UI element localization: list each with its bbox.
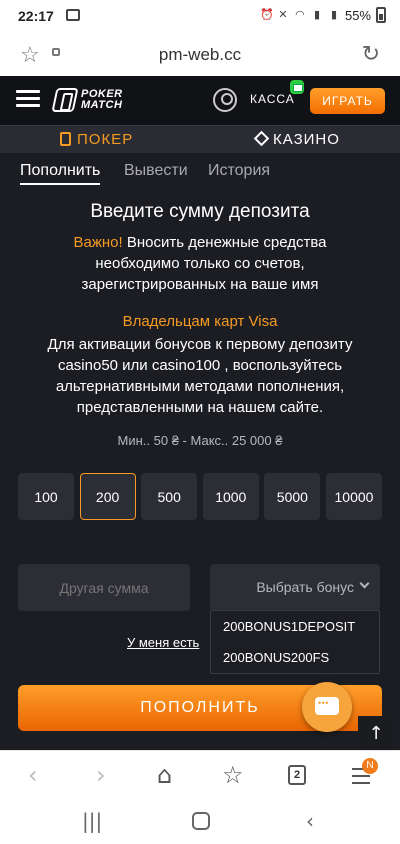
site-header: POKER MATCH КАССА ИГРАТЬ (0, 76, 400, 125)
alarm-icon: ⏰ (259, 9, 274, 21)
bookmarks-icon[interactable]: ☆ (222, 761, 244, 789)
status-time: 22:17 (18, 8, 54, 24)
notice-important: Важно! (73, 234, 123, 251)
wifi-icon: ◠ (295, 9, 305, 21)
reload-icon[interactable]: ↻ (362, 41, 380, 67)
tab-deposit[interactable]: Пополнить (20, 162, 101, 185)
bonus-dropdown: 200BONUS1DEPOSIT 200BONUS200FS (210, 610, 380, 674)
browser-toolbar: ‹ › ⌂ ☆ 2 N (0, 750, 400, 800)
category-casino[interactable]: КАЗИНО (253, 130, 340, 148)
diamond-icon (253, 130, 270, 147)
deposit-heading: Введите сумму депозита (90, 201, 310, 222)
cashier-tabs: Пополнить Вывести История (0, 158, 400, 188)
amount-presets: 100 200 500 1000 5000 10000 (18, 473, 382, 520)
browser-url-bar: ☆ pm-web.cc ↻ (0, 32, 400, 76)
deposit-notice: Важно! Вносить денежные средства необход… (40, 232, 360, 295)
signal-2-icon: ▮ (330, 9, 337, 21)
deposit-limits: Мин.. 50 ₴ - Макс.. 25 000 ₴ (117, 433, 283, 448)
logo-mark-icon (51, 88, 79, 112)
cashier-link[interactable]: КАССА (250, 92, 295, 106)
bonus-option[interactable]: 200BONUS200FS (211, 642, 379, 673)
amount-10000-button[interactable]: 10000 (325, 473, 382, 520)
site-viewport: POKER MATCH КАССА ИГРАТЬ ПОКЕР КАЗИНО По… (0, 76, 400, 750)
menu-badge: N (362, 758, 378, 774)
bonus-select-label: Выбрать бонус (256, 579, 354, 595)
cashier-badge-icon (290, 80, 304, 94)
battery-percent: 55% (344, 7, 371, 23)
url-text[interactable]: pm-web.cc (0, 45, 400, 65)
amount-200-button[interactable]: 200 (79, 473, 136, 520)
gallery-notification-icon (66, 9, 80, 21)
pokermatch-logo[interactable]: POKER MATCH (51, 86, 123, 114)
battery-icon (376, 7, 386, 23)
scroll-top-button[interactable]: ↑ (358, 716, 394, 750)
amount-5000-button[interactable]: 5000 (264, 473, 321, 520)
poker-card-icon (60, 132, 71, 146)
mute-icon: ✕ (278, 9, 288, 21)
home-icon[interactable]: ⌂ (157, 761, 172, 789)
amount-1000-button[interactable]: 1000 (202, 473, 259, 520)
hamburger-menu-icon[interactable] (16, 90, 40, 108)
amount-100-button[interactable]: 100 (18, 473, 74, 520)
bonus-option[interactable]: 200BONUS1DEPOSIT (211, 611, 379, 642)
category-poker[interactable]: ПОКЕР (60, 131, 133, 148)
status-icons: ⏰ ✕ ◠ ▮ ▮ 55% (260, 7, 386, 23)
category-bar: ПОКЕР КАЗИНО (0, 125, 400, 153)
back-icon[interactable]: ‹ (28, 761, 38, 789)
visa-notice-text: Для активации бонусов к первому депозиту… (47, 336, 353, 416)
status-bar: 22:17 ⏰ ✕ ◠ ▮ ▮ 55% (0, 0, 400, 32)
logo-line-2: MATCH (81, 99, 123, 111)
category-poker-label: ПОКЕР (77, 131, 134, 148)
signal-icon: ▮ (313, 9, 320, 21)
forward-icon[interactable]: › (96, 761, 106, 789)
system-nav-bar: ||| ‹ (0, 800, 400, 844)
back-nav-icon[interactable]: ‹ (306, 809, 314, 833)
tab-withdraw[interactable]: Вывести (124, 162, 188, 180)
category-casino-label: КАЗИНО (273, 131, 340, 148)
recent-apps-icon[interactable]: ||| (82, 809, 102, 833)
user-account-icon[interactable] (213, 88, 237, 112)
logo-text: POKER MATCH (81, 89, 123, 111)
chevron-down-icon (359, 578, 370, 589)
visa-notice-title: Владельцам карт Visa (122, 313, 278, 330)
tabs-count-icon[interactable]: 2 (288, 765, 306, 785)
tab-history[interactable]: История (208, 162, 270, 180)
home-button-icon[interactable] (192, 812, 210, 830)
chat-button[interactable] (302, 682, 352, 732)
play-button[interactable]: ИГРАТЬ (310, 88, 385, 114)
promo-code-link[interactable]: У меня есть (127, 635, 199, 650)
other-sum-input[interactable] (18, 564, 190, 611)
chat-bubble-icon (315, 697, 339, 715)
amount-500-button[interactable]: 500 (141, 473, 198, 520)
bonus-select[interactable]: Выбрать бонус (210, 564, 380, 611)
